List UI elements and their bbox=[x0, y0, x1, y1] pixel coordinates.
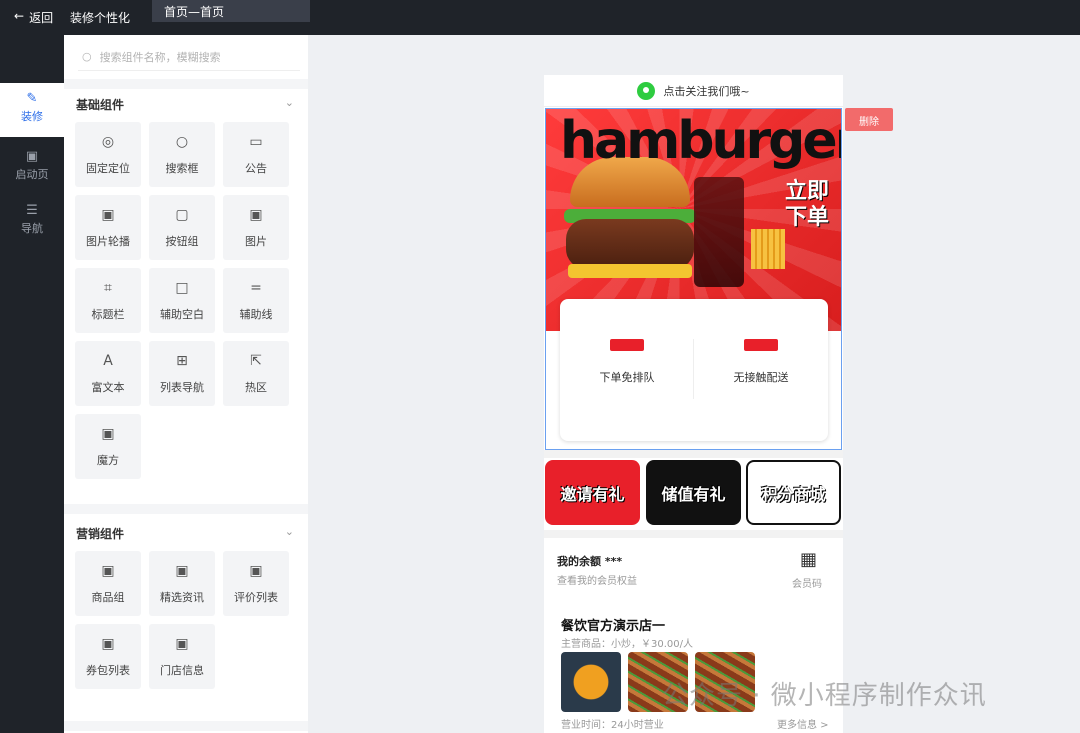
chevron-down-icon[interactable]: ⌄ bbox=[285, 96, 294, 109]
ad-icon: ▣ bbox=[25, 149, 39, 164]
location-icon: ◎ bbox=[101, 134, 115, 150]
component-search-box[interactable]: ○ 搜索框 bbox=[149, 122, 215, 187]
button-icon: ▢ bbox=[175, 207, 189, 223]
component-notice[interactable]: ▭ 公告 bbox=[223, 122, 289, 187]
title-icon: ⌗ bbox=[104, 280, 112, 296]
component-rich-text[interactable]: A 富文本 bbox=[75, 341, 141, 406]
badge-icon bbox=[610, 339, 644, 351]
back-button[interactable]: ← 返回 bbox=[14, 9, 53, 26]
qr-code-icon[interactable]: ▦ bbox=[800, 549, 817, 570]
top-bar: ← 返回 装修个性化 首页—首页 bbox=[0, 0, 1080, 35]
tab-home[interactable]: 首页—首页 bbox=[152, 0, 310, 22]
follow-bar[interactable]: 点击关注我们哦~ bbox=[544, 75, 843, 107]
banner-component[interactable]: hamburger 立即 下单 下单免排队 无接触配送 bbox=[545, 108, 842, 450]
component-fixed-location[interactable]: ◎ 固定定位 bbox=[75, 122, 141, 187]
qr-label: 会员码 bbox=[792, 579, 822, 590]
component-carousel[interactable]: ▣ 图片轮播 bbox=[75, 195, 141, 260]
group-title-marketing: 营销组件 bbox=[76, 527, 125, 541]
promo-points-mall[interactable]: 积分商城 bbox=[746, 460, 841, 525]
more-info-link[interactable]: 更多信息 > bbox=[777, 716, 829, 731]
chevron-down-icon[interactable]: ⌄ bbox=[285, 525, 294, 538]
cursor-icon: ⇱ bbox=[250, 353, 262, 369]
banner-title: hamburger bbox=[560, 111, 842, 171]
component-cube[interactable]: ▣ 魔方 bbox=[75, 414, 141, 479]
grid-icon: ⊞ bbox=[176, 353, 188, 369]
image-icon: ▣ bbox=[101, 426, 115, 442]
page-title: 装修个性化 bbox=[70, 11, 131, 25]
left-nav: ✎ 装修 ▣ 启动页 ☰ 导航 bbox=[0, 35, 64, 733]
image-icon: ▣ bbox=[249, 563, 263, 579]
balance-title: 我的余额 *** bbox=[557, 555, 623, 568]
component-title-bar[interactable]: ⌗ 标题栏 bbox=[75, 268, 141, 333]
divider bbox=[64, 721, 308, 731]
notice-icon: ▭ bbox=[249, 134, 263, 150]
search-icon: ○ bbox=[175, 134, 189, 150]
component-store-info[interactable]: ▣ 门店信息 bbox=[149, 624, 215, 689]
component-button-group[interactable]: ▢ 按钮组 bbox=[149, 195, 215, 260]
banner-cta: 立即 下单 bbox=[784, 179, 829, 230]
component-image[interactable]: ▣ 图片 bbox=[223, 195, 289, 260]
arrow-left-icon: ← bbox=[14, 9, 25, 23]
badge-icon bbox=[744, 339, 778, 351]
divider bbox=[64, 504, 308, 514]
search-input[interactable]: ○ 搜索组件名称，模糊搜索 bbox=[78, 43, 300, 71]
component-panel: ○ 搜索组件名称，模糊搜索 基础组件 ⌄ ◎ 固定定位 ○ 搜索框 ▭ 公告 ▣ 图片轮播… bbox=[64, 35, 308, 733]
image-icon: ▣ bbox=[101, 636, 115, 652]
image-icon: ▣ bbox=[175, 563, 189, 579]
phone-preview: 点击关注我们哦~ hamburger 立即 下单 下单免排队 无接触配送 邀请有礼… bbox=[544, 75, 843, 733]
card-item-no-queue[interactable]: 下单免排队 bbox=[560, 339, 694, 385]
promo-stored-value[interactable]: 储值有礼 bbox=[646, 460, 741, 525]
line-icon: = bbox=[250, 280, 262, 296]
service-card: 下单免排队 无接触配送 bbox=[560, 299, 828, 441]
delete-button[interactable]: 删除 bbox=[845, 108, 893, 131]
food-image bbox=[561, 652, 621, 712]
component-coupon-list[interactable]: ▣ 券包列表 bbox=[75, 624, 141, 689]
location-pin-icon bbox=[637, 81, 656, 100]
watermark: 公众号 · 微小程序制作众讯 bbox=[662, 681, 987, 711]
component-blank[interactable]: □ 辅助空白 bbox=[149, 268, 215, 333]
list-icon: ☰ bbox=[26, 203, 38, 218]
search-icon: ○ bbox=[82, 50, 92, 63]
card-item-contactless[interactable]: 无接触配送 bbox=[694, 339, 828, 385]
component-list-nav[interactable]: ⊞ 列表导航 bbox=[149, 341, 215, 406]
component-news[interactable]: ▣ 精选资讯 bbox=[149, 551, 215, 616]
marketing-components-grid: ▣ 商品组 ▣ 精选资讯 ▣ 评价列表 ▣ 券包列表 ▣ 门店信息 bbox=[75, 551, 289, 689]
nav-item-launch[interactable]: ▣ 启动页 bbox=[0, 141, 64, 195]
banner-image: hamburger 立即 下单 bbox=[546, 109, 842, 331]
component-reviews[interactable]: ▣ 评价列表 bbox=[223, 551, 289, 616]
store-sub: 主营商品：小炒，￥30.00/人 bbox=[561, 639, 693, 650]
text-icon: A bbox=[103, 353, 113, 369]
component-goods-group[interactable]: ▣ 商品组 bbox=[75, 551, 141, 616]
image-icon: ▣ bbox=[101, 563, 115, 579]
component-hotspot[interactable]: ⇱ 热区 bbox=[223, 341, 289, 406]
component-line[interactable]: = 辅助线 bbox=[223, 268, 289, 333]
store-hours: 营业时间：24小时营业 bbox=[561, 720, 664, 731]
image-icon: ▣ bbox=[101, 207, 115, 223]
promo-invite[interactable]: 邀请有礼 bbox=[545, 460, 640, 525]
blank-icon: □ bbox=[175, 280, 189, 296]
image-icon: ▣ bbox=[175, 636, 189, 652]
store-name: 餐饮官方演示店一 bbox=[561, 619, 666, 634]
divider bbox=[64, 79, 308, 89]
basic-components-grid: ◎ 固定定位 ○ 搜索框 ▭ 公告 ▣ 图片轮播 ▢ 按钮组 ▣ 图片 ⌗ 标题栏 □ 辅助空白… bbox=[75, 122, 289, 479]
nav-item-navigation[interactable]: ☰ 导航 bbox=[0, 195, 64, 249]
group-title-basic: 基础组件 bbox=[76, 98, 125, 112]
image-icon: ▣ bbox=[249, 207, 263, 223]
balance-sub[interactable]: 查看我的会员权益 bbox=[557, 572, 637, 587]
nav-item-decorate[interactable]: ✎ 装修 bbox=[0, 83, 64, 137]
edit-icon: ✎ bbox=[26, 91, 38, 106]
